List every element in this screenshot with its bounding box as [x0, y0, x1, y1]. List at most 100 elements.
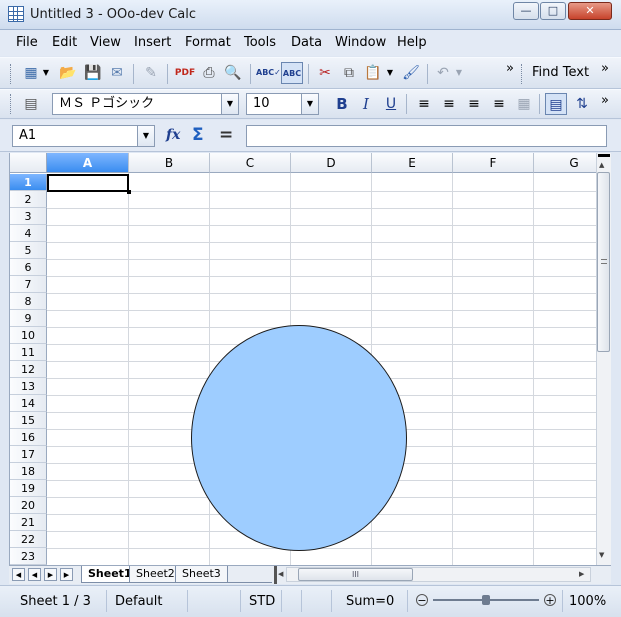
export-pdf-icon[interactable]: PDF [174, 62, 196, 84]
wrap-text-icon[interactable]: ▤ [545, 93, 567, 115]
equals-icon[interactable]: = [219, 125, 233, 145]
last-sheet-icon[interactable]: ▶ [60, 568, 73, 581]
sum-display[interactable]: Sum=0 [346, 592, 394, 612]
row-header-17[interactable]: 17 [10, 446, 47, 463]
maximize-button[interactable]: □ [540, 2, 566, 20]
edit-file-icon[interactable]: ✎ [140, 62, 162, 84]
align-center-icon[interactable]: ≡ [438, 93, 460, 115]
spellcheck-icon[interactable]: ABC✓ [256, 62, 281, 84]
column-header-c[interactable]: C [210, 153, 291, 173]
column-header-b[interactable]: B [129, 153, 210, 173]
tab-split-handle[interactable] [274, 566, 277, 584]
autospellcheck-icon[interactable]: ABC [281, 62, 303, 84]
menu-view[interactable]: View [90, 35, 121, 50]
menu-tools[interactable]: Tools [244, 35, 276, 50]
row-header-3[interactable]: 3 [10, 208, 47, 225]
row-header-11[interactable]: 11 [10, 344, 47, 361]
chevron-down-icon[interactable]: ▼ [301, 94, 318, 114]
function-wizard-icon[interactable]: fx [166, 127, 180, 143]
menu-insert[interactable]: Insert [134, 35, 171, 50]
prev-sheet-icon[interactable]: ◀ [28, 568, 41, 581]
menu-data[interactable]: Data [291, 35, 322, 50]
row-header-14[interactable]: 14 [10, 395, 47, 412]
copy-icon[interactable]: ⧉ [338, 62, 360, 84]
column-header-d[interactable]: D [291, 153, 372, 173]
menu-window[interactable]: Window [335, 35, 386, 50]
first-sheet-icon[interactable]: ◀ [12, 568, 25, 581]
row-header-18[interactable]: 18 [10, 463, 47, 480]
toolbar-overflow-icon[interactable]: » [503, 58, 517, 80]
undo-dropdown-icon[interactable]: ▼ [453, 62, 465, 84]
new-dropdown-icon[interactable]: ▼ [40, 62, 52, 84]
split-handle[interactable] [598, 154, 610, 157]
menu-edit[interactable]: Edit [52, 35, 77, 50]
format-paintbrush-icon[interactable]: 🖌 [400, 62, 422, 84]
page-style[interactable]: Default [115, 592, 163, 612]
paste-icon[interactable]: 📋 [362, 62, 384, 84]
name-box[interactable]: A1 ▼ [12, 125, 155, 147]
styles-formatting-icon[interactable]: ▤ [20, 93, 42, 115]
column-header-g[interactable]: G [534, 153, 596, 173]
zoom-in-icon[interactable]: + [544, 594, 556, 606]
scroll-right-icon[interactable]: ▶ [579, 570, 584, 578]
vertical-scroll-thumb[interactable] [597, 172, 610, 352]
row-header-15[interactable]: 15 [10, 412, 47, 429]
row-header-19[interactable]: 19 [10, 480, 47, 497]
toolbar-grip[interactable] [10, 94, 13, 114]
row-header-21[interactable]: 21 [10, 514, 47, 531]
spreadsheet-grid[interactable]: A B C D E F G 1 2 3 4 5 6 7 8 9 10 11 12… [9, 153, 596, 565]
italic-button[interactable]: I [355, 93, 377, 115]
row-header-4[interactable]: 4 [10, 225, 47, 242]
row-header-16[interactable]: 16 [10, 429, 47, 446]
print-icon[interactable]: ⎙ [198, 62, 220, 84]
row-header-7[interactable]: 7 [10, 276, 47, 293]
sum-icon[interactable]: Σ [192, 125, 204, 145]
row-header-2[interactable]: 2 [10, 191, 47, 208]
row-header-20[interactable]: 20 [10, 497, 47, 514]
format-overflow-icon[interactable]: » [598, 90, 612, 112]
column-header-e[interactable]: E [372, 153, 453, 173]
toolbar-grip[interactable] [521, 64, 524, 84]
fill-handle[interactable] [127, 190, 131, 194]
vertical-align-icon[interactable]: ⇅ [571, 93, 593, 115]
ellipse-shape[interactable] [191, 325, 407, 551]
new-document-icon[interactable]: ▦ [20, 62, 42, 84]
open-folder-icon[interactable]: 📂 [57, 62, 79, 84]
undo-icon[interactable]: ↶ [432, 62, 454, 84]
selection-mode[interactable]: STD [249, 592, 275, 612]
row-header-8[interactable]: 8 [10, 293, 47, 310]
row-header-1[interactable]: 1 [10, 174, 47, 191]
paste-dropdown-icon[interactable]: ▼ [384, 62, 396, 84]
underline-button[interactable]: U [380, 93, 402, 115]
row-header-22[interactable]: 22 [10, 531, 47, 548]
font-name-combo[interactable]: ＭＳ Ｐゴシック ▼ [52, 93, 239, 115]
minimize-button[interactable]: — [513, 2, 539, 20]
horizontal-scroll-thumb[interactable]: III [298, 568, 413, 581]
font-size-combo[interactable]: 10 ▼ [246, 93, 319, 115]
align-right-icon[interactable]: ≡ [463, 93, 485, 115]
menu-help[interactable]: Help [397, 35, 427, 50]
row-header-6[interactable]: 6 [10, 259, 47, 276]
findbar-overflow-icon[interactable]: » [598, 58, 612, 80]
row-header-5[interactable]: 5 [10, 242, 47, 259]
close-button[interactable]: ✕ [568, 2, 612, 20]
justify-icon[interactable]: ≡ [488, 93, 510, 115]
row-header-12[interactable]: 12 [10, 361, 47, 378]
align-left-icon[interactable]: ≡ [413, 93, 435, 115]
find-text-label[interactable]: Find Text [532, 65, 589, 80]
select-all-corner[interactable] [10, 153, 47, 173]
row-header-13[interactable]: 13 [10, 378, 47, 395]
row-header-9[interactable]: 9 [10, 310, 47, 327]
menu-format[interactable]: Format [185, 35, 231, 50]
email-icon[interactable]: ✉ [106, 62, 128, 84]
chevron-down-icon[interactable]: ▼ [221, 94, 238, 114]
scroll-down-icon[interactable]: ▼ [599, 551, 604, 559]
merge-cells-icon[interactable]: ▦ [513, 93, 535, 115]
menu-file[interactable]: File [16, 35, 38, 50]
column-header-f[interactable]: F [453, 153, 534, 173]
column-header-a[interactable]: A [47, 153, 129, 173]
bold-button[interactable]: B [331, 93, 353, 115]
scroll-up-icon[interactable]: ▲ [599, 161, 604, 169]
chevron-down-icon[interactable]: ▼ [137, 126, 154, 146]
sheet-tab-2[interactable]: Sheet2 [129, 566, 182, 583]
